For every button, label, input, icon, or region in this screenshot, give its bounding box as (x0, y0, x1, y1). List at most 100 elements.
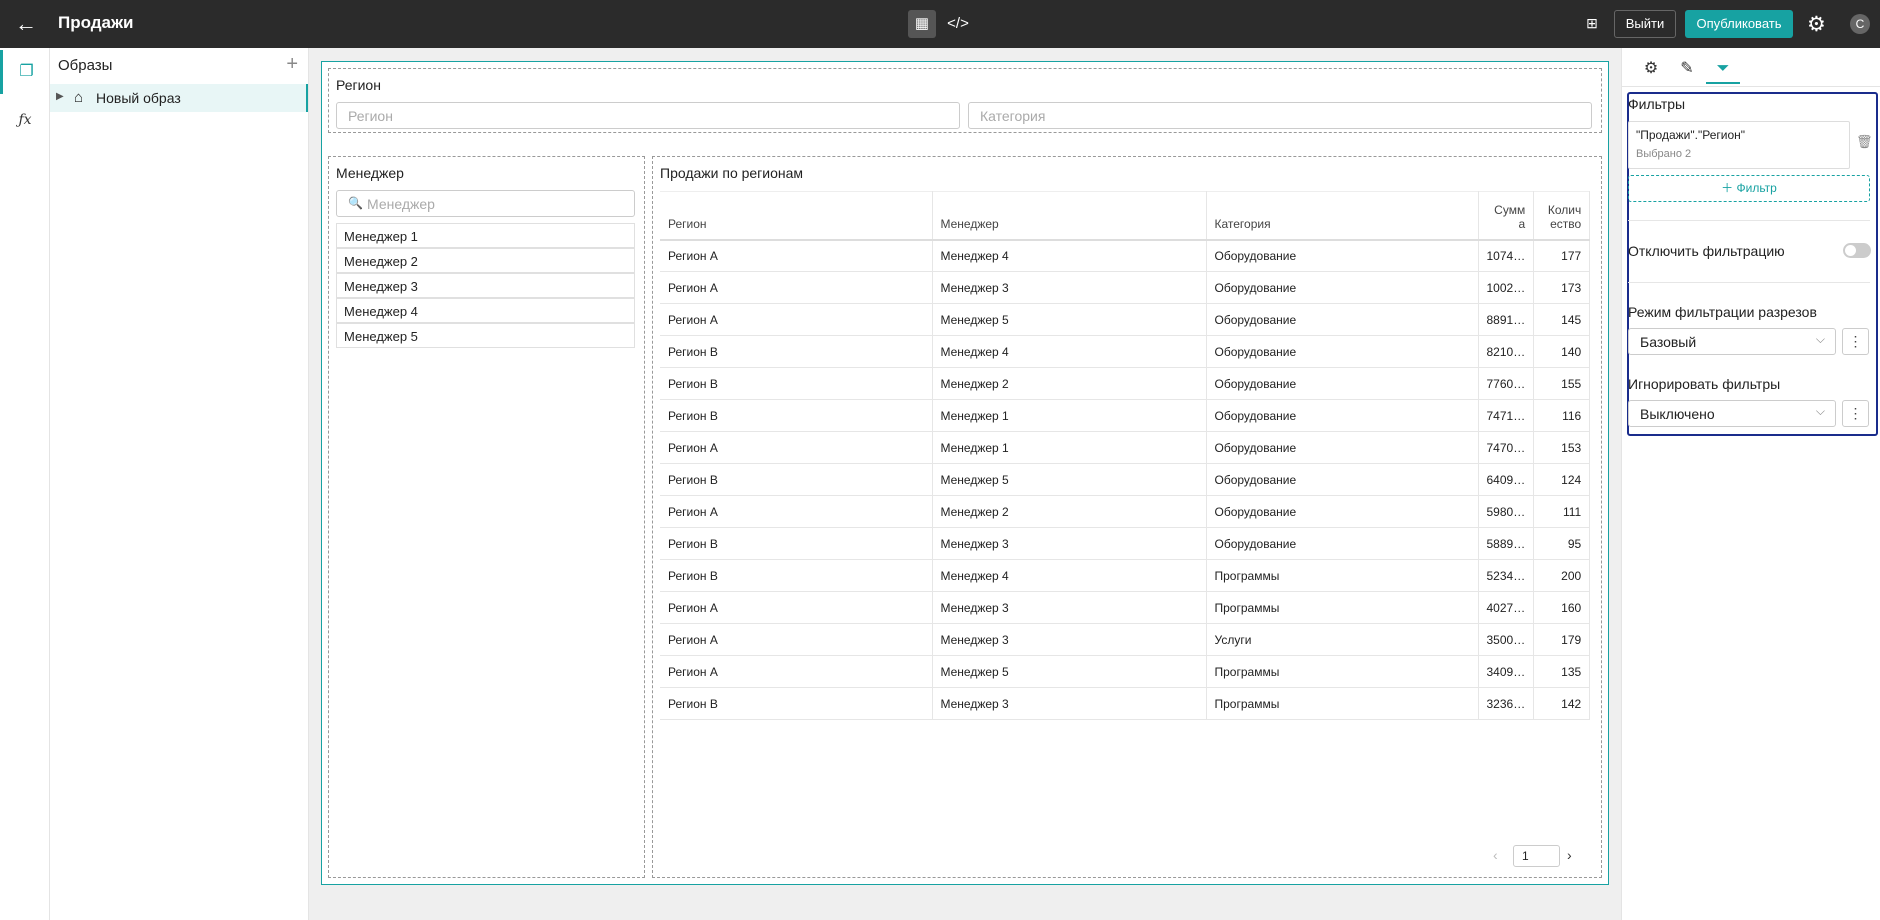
table-row[interactable]: Регион B Менеджер 2 Оборудование 7760… 155 (660, 367, 1591, 400)
category-filter-input[interactable]: Категория (968, 102, 1592, 129)
table-cell: Регион А (660, 495, 933, 528)
table-row[interactable]: Регион А Менеджер 4 Оборудование 1074… 177 (660, 239, 1591, 272)
add-filter-button[interactable]: ＋ Фильтр (1628, 175, 1870, 202)
tree-item-label: Новый образ (96, 90, 181, 106)
back-arrow-icon[interactable]: ← (12, 10, 40, 38)
more-options-icon[interactable]: ⋮ (1842, 328, 1869, 355)
table-cell: Оборудование (1206, 335, 1479, 368)
layout-mode-icon[interactable]: ▦ (908, 10, 936, 38)
chevron-right-icon[interactable]: › (1567, 847, 1572, 863)
caret-right-icon[interactable]: ▶ (56, 91, 64, 102)
sales-table-widget[interactable]: Продажи по регионам Регион Менеджер Кате… (652, 156, 1602, 878)
table-cell: Менеджер 4 (932, 559, 1207, 592)
table-cell: Регион B (660, 687, 933, 720)
table-cell: 177 (1533, 239, 1591, 272)
table-cell: 5234… (1478, 559, 1535, 592)
table-row[interactable]: Регион B Менеджер 3 Оборудование 5889… 95 (660, 527, 1591, 560)
table-cell: Регион B (660, 335, 933, 368)
table-cell: Программы (1206, 687, 1479, 720)
column-header[interactable]: Регион (660, 191, 933, 241)
table-cell: Менеджер 1 (932, 431, 1207, 464)
table-row[interactable]: Регион А Менеджер 3 Услуги 3500… 179 (660, 623, 1591, 656)
table-cell: Оборудование (1206, 367, 1479, 400)
slice-mode-select[interactable]: Базовый ⌵ (1628, 328, 1836, 355)
style-tab-brush-icon[interactable]: ✎ (1670, 54, 1704, 84)
table-cell: 140 (1533, 335, 1591, 368)
ignore-filters-select[interactable]: Выключено ⌵ (1628, 400, 1836, 427)
disable-filtering-toggle[interactable] (1843, 243, 1871, 258)
list-item[interactable]: Менеджер 4 (336, 298, 635, 323)
table-cell: Регион А (660, 591, 933, 624)
table-cell: Оборудование (1206, 495, 1479, 528)
table-cell: Регион B (660, 463, 933, 496)
filter-tab-funnel-icon[interactable]: ⏷ (1706, 54, 1740, 84)
column-header[interactable]: Сумм а (1478, 191, 1535, 241)
table-row[interactable]: Регион А Менеджер 3 Оборудование 1002… 173 (660, 271, 1591, 304)
table-cell: 155 (1533, 367, 1591, 400)
more-options-icon[interactable]: ⋮ (1842, 400, 1869, 427)
table-cell: Регион А (660, 271, 933, 304)
table-cell: 142 (1533, 687, 1591, 720)
column-header[interactable]: Менеджер (932, 191, 1207, 241)
table-row[interactable]: Регион B Менеджер 5 Оборудование 6409… 124 (660, 463, 1591, 496)
table-cell: Менеджер 2 (932, 495, 1207, 528)
table-cell: Регион А (660, 655, 933, 688)
table-cell: Регион B (660, 367, 933, 400)
settings-tab-gear-icon[interactable]: ⚙ (1634, 54, 1668, 84)
pages-icon[interactable]: ❐ (0, 50, 50, 94)
exit-button[interactable]: Выйти (1614, 10, 1676, 38)
table-cell: Менеджер 4 (932, 239, 1207, 272)
table-cell: Менеджер 3 (932, 527, 1207, 560)
top-bar: ← Продажи ▦ </> ⊞ Выйти Опубликовать ⚙ С (0, 0, 1880, 48)
filter-card[interactable]: "Продажи"."Регион" Выбрано 2 (1628, 121, 1850, 169)
settings-gear-icon[interactable]: ⚙ (1807, 12, 1826, 37)
table-cell: 179 (1533, 623, 1591, 656)
list-item[interactable]: Менеджер 2 (336, 248, 635, 273)
table-row[interactable]: Регион B Менеджер 1 Оборудование 7471… 116 (660, 399, 1591, 432)
trash-icon[interactable]: 🗑 (1856, 134, 1873, 150)
table-cell: 5889… (1478, 527, 1535, 560)
design-canvas: Регион Регион Категория Менеджер 🔍 Менед… (309, 48, 1621, 920)
table-row[interactable]: Регион А Менеджер 5 Оборудование 8891… 145 (660, 303, 1591, 336)
region-widget-label: Регион (336, 77, 381, 93)
column-header[interactable]: Колич ество (1533, 191, 1591, 241)
chevron-left-icon[interactable]: ‹ (1493, 847, 1498, 863)
table-row[interactable]: Регион А Менеджер 1 Оборудование 7470… 153 (660, 431, 1591, 464)
add-icon[interactable]: + (286, 53, 298, 76)
table-cell: Регион А (660, 623, 933, 656)
list-item[interactable]: Менеджер 1 (336, 223, 635, 248)
table-row[interactable]: Регион А Менеджер 3 Программы 4027… 160 (660, 591, 1591, 624)
pagination: ‹ 1 › (1493, 845, 1583, 867)
table-row[interactable]: Регион B Менеджер 4 Оборудование 8210… 140 (660, 335, 1591, 368)
code-mode-icon[interactable]: </> (944, 10, 972, 38)
list-item[interactable]: Менеджер 5 (336, 323, 635, 348)
page-number-input[interactable]: 1 (1513, 845, 1560, 867)
filter-selected-count: Выбрано 2 (1636, 148, 1692, 160)
table-cell: 6409… (1478, 463, 1535, 496)
table-cell: Менеджер 5 (932, 463, 1207, 496)
table-cell: Менеджер 5 (932, 655, 1207, 688)
layout-settings-icon[interactable]: ⊞ (1579, 10, 1605, 38)
avatar[interactable]: С (1850, 14, 1870, 34)
region-widget[interactable]: Регион Регион Категория (328, 68, 1602, 133)
manager-widget[interactable]: Менеджер 🔍 Менеджер Менеджер 1 Менеджер … (328, 156, 645, 878)
table-cell: 7760… (1478, 367, 1535, 400)
tree-item-new-image[interactable]: ▶ ⌂ Новый образ (50, 84, 308, 112)
table-cell: 111 (1533, 495, 1591, 528)
table-cell: 8891… (1478, 303, 1535, 336)
formula-fx-icon[interactable]: ƒx (0, 98, 50, 142)
list-item[interactable]: Менеджер 3 (336, 273, 635, 298)
column-header[interactable]: Категория (1206, 191, 1479, 241)
table-cell: 124 (1533, 463, 1591, 496)
manager-search-input[interactable]: 🔍 Менеджер (336, 190, 635, 217)
table-row[interactable]: Регион B Менеджер 3 Программы 3236… 142 (660, 687, 1591, 720)
table-row[interactable]: Регион B Менеджер 4 Программы 5234… 200 (660, 559, 1591, 592)
region-filter-input[interactable]: Регион (336, 102, 960, 129)
filters-heading: Фильтры (1628, 96, 1686, 112)
publish-button[interactable]: Опубликовать (1685, 10, 1793, 38)
table-row[interactable]: Регион А Менеджер 2 Оборудование 5980… 111 (660, 495, 1591, 528)
table-cell: 200 (1533, 559, 1591, 592)
table-row[interactable]: Регион А Менеджер 5 Программы 3409… 135 (660, 655, 1591, 688)
table-cell: Программы (1206, 591, 1479, 624)
table-cell: 160 (1533, 591, 1591, 624)
